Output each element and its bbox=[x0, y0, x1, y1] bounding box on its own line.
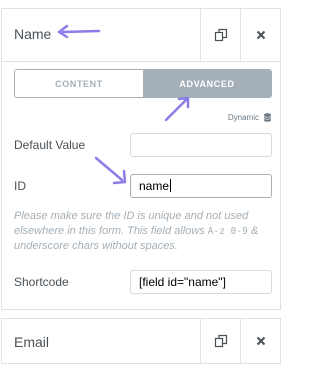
annotation-arrow-icon bbox=[94, 156, 127, 185]
tab-content[interactable]: CONTENT bbox=[15, 70, 143, 97]
remove-button[interactable] bbox=[240, 319, 280, 363]
tab-advanced[interactable]: ADVANCED bbox=[143, 70, 271, 97]
default-value-input[interactable] bbox=[130, 133, 272, 157]
id-input[interactable]: name bbox=[130, 174, 272, 198]
field-header[interactable]: Name bbox=[2, 9, 280, 62]
annotation-arrow-icon bbox=[164, 96, 190, 122]
dynamic-tags-toggle[interactable]: Dynamic bbox=[228, 113, 271, 122]
dynamic-label: Dynamic bbox=[227, 113, 259, 122]
duplicate-icon bbox=[214, 28, 227, 41]
default-value-label: Default Value bbox=[14, 138, 86, 152]
duplicate-button[interactable] bbox=[200, 319, 240, 363]
remove-button[interactable] bbox=[240, 9, 280, 60]
id-label: ID bbox=[14, 179, 26, 193]
close-icon bbox=[256, 30, 265, 39]
duplicate-icon bbox=[214, 334, 227, 348]
id-description: Please make sure the ID is unique and no… bbox=[14, 209, 272, 254]
text-cursor bbox=[170, 179, 172, 192]
annotation-arrow-icon bbox=[57, 24, 101, 39]
field-title: Email bbox=[14, 334, 50, 350]
id-input-value: name bbox=[139, 179, 170, 193]
description-code: A-z 0-9 bbox=[207, 226, 248, 237]
field-title: Name bbox=[14, 26, 52, 42]
tabs: CONTENT ADVANCED bbox=[14, 69, 272, 98]
duplicate-button[interactable] bbox=[200, 9, 240, 60]
shortcode-label: Shortcode bbox=[14, 275, 69, 289]
field-panel-email: Email bbox=[1, 318, 281, 364]
close-icon bbox=[256, 336, 265, 346]
shortcode-input[interactable]: [field id="name"] bbox=[130, 270, 272, 294]
database-icon bbox=[264, 113, 271, 122]
field-panel-name: Name CONTENT ADVANCED Dynamic Default Va… bbox=[1, 8, 281, 310]
